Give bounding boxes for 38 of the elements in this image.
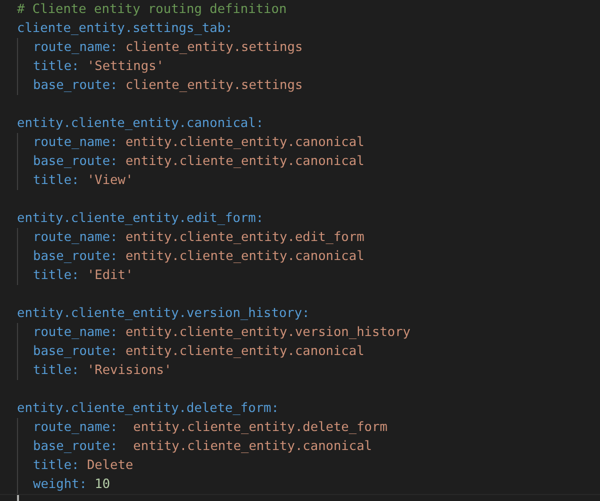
yaml-key: entity.cliente_entity.edit_form: [17, 209, 264, 228]
yaml-value: Delete [86, 457, 134, 475]
yaml-number: 10 [94, 476, 110, 494]
yaml-key: route_name: [33, 418, 118, 437]
yaml-key: entity.cliente_entity.delete_form: [17, 399, 279, 418]
yaml-value: cliente_entity.settings [124, 77, 303, 95]
yaml-value: entity.cliente_entity.canonical [124, 153, 364, 171]
yaml-key: route_name: [33, 228, 118, 247]
yaml-value: 'Revisions' [86, 362, 172, 380]
yaml-key: weight: [33, 475, 87, 494]
yaml-value: entity.cliente_entity.canonical [124, 343, 364, 361]
yaml-value: entity.cliente_entity.delete_form [132, 419, 388, 437]
yaml-value: entity.cliente_entity.canonical [132, 438, 372, 456]
yaml-value: entity.cliente_entity.canonical [124, 134, 364, 152]
yaml-value: 'Edit' [86, 267, 134, 285]
yaml-key: route_name: [33, 323, 118, 342]
yaml-value: entity.cliente_entity.canonical [124, 248, 364, 266]
yaml-value: 'View' [86, 172, 134, 190]
yaml-key: title: [33, 266, 80, 285]
yaml-key: route_name: [33, 133, 118, 152]
yaml-key: route_name: [33, 38, 118, 57]
yaml-key: title: [33, 171, 80, 190]
yaml-value: 'Settings' [86, 58, 164, 76]
yaml-key: entity.cliente_entity.canonical: [17, 114, 264, 133]
yaml-key: title: [33, 456, 80, 475]
yaml-value: entity.cliente_entity.version_history [124, 324, 411, 342]
yaml-key: base_route: [33, 247, 118, 266]
yaml-key: cliente_entity.settings_tab: [17, 19, 233, 38]
yaml-value: entity.cliente_entity.edit_form [124, 229, 364, 247]
yaml-key: base_route: [33, 76, 118, 95]
yaml-key: base_route: [33, 342, 118, 361]
code-comment: # Cliente entity routing definition [17, 1, 287, 19]
yaml-key: entity.cliente_entity.version_history: [17, 304, 310, 323]
yaml-key: base_route: [33, 437, 118, 456]
yaml-key: title: [33, 57, 80, 76]
yaml-key: title: [33, 361, 80, 380]
yaml-key: base_route: [33, 152, 118, 171]
yaml-value: cliente_entity.settings [124, 39, 303, 57]
